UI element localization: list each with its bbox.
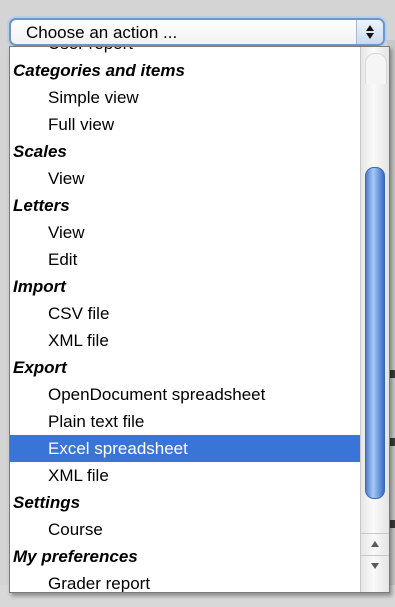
menu-group-settings: Settings xyxy=(13,493,81,512)
scroll-up-icon xyxy=(371,541,379,547)
scroll-up-button[interactable] xyxy=(361,533,389,554)
menu-group-categories-and-items: Categories and items xyxy=(13,61,185,80)
menu-option-letters-view[interactable]: View xyxy=(10,219,360,246)
action-select[interactable]: Choose an action ... xyxy=(9,18,385,46)
menu-group-my-preferences: My preferences xyxy=(13,547,138,566)
scroll-down-button[interactable] xyxy=(361,555,389,576)
menu-option-export-xml-file[interactable]: XML file xyxy=(10,462,360,489)
action-select-label: Choose an action ... xyxy=(26,23,178,42)
action-dropdown-list[interactable]: User report Categories and items Simple … xyxy=(9,46,390,593)
menu-option-grader-report[interactable]: Grader report xyxy=(10,570,360,592)
menu-group-export: Export xyxy=(13,358,67,377)
scroll-down-icon xyxy=(371,563,379,569)
menu-group-import: Import xyxy=(13,277,66,296)
menu-group-letters: Letters xyxy=(13,196,70,215)
menu-option-import-xml-file[interactable]: XML file xyxy=(10,327,360,354)
vertical-scrollbar[interactable] xyxy=(360,47,389,592)
option-list: User report Categories and items Simple … xyxy=(10,47,389,592)
menu-option-course[interactable]: Course xyxy=(10,516,360,543)
menu-option-import-csv-file[interactable]: CSV file xyxy=(10,300,360,327)
menu-option-excel-spreadsheet[interactable]: Excel spreadsheet xyxy=(10,435,389,462)
menu-option-scales-view[interactable]: View xyxy=(10,165,360,192)
arrow-up-icon xyxy=(366,25,374,31)
menu-option-full-view[interactable]: Full view xyxy=(10,111,360,138)
select-arrows-icon[interactable] xyxy=(356,20,383,44)
menu-group-scales: Scales xyxy=(13,142,67,161)
menu-option-simple-view[interactable]: Simple view xyxy=(10,84,360,111)
menu-option-plain-text-file[interactable]: Plain text file xyxy=(10,408,360,435)
arrow-down-icon xyxy=(366,33,374,39)
menu-option-user-report[interactable]: User report xyxy=(10,47,360,57)
menu-option-letters-edit[interactable]: Edit xyxy=(10,246,360,273)
scroll-thumb[interactable] xyxy=(365,167,385,499)
scroll-track-cap xyxy=(365,53,387,84)
menu-option-opendocument-spreadsheet[interactable]: OpenDocument spreadsheet xyxy=(10,381,360,408)
